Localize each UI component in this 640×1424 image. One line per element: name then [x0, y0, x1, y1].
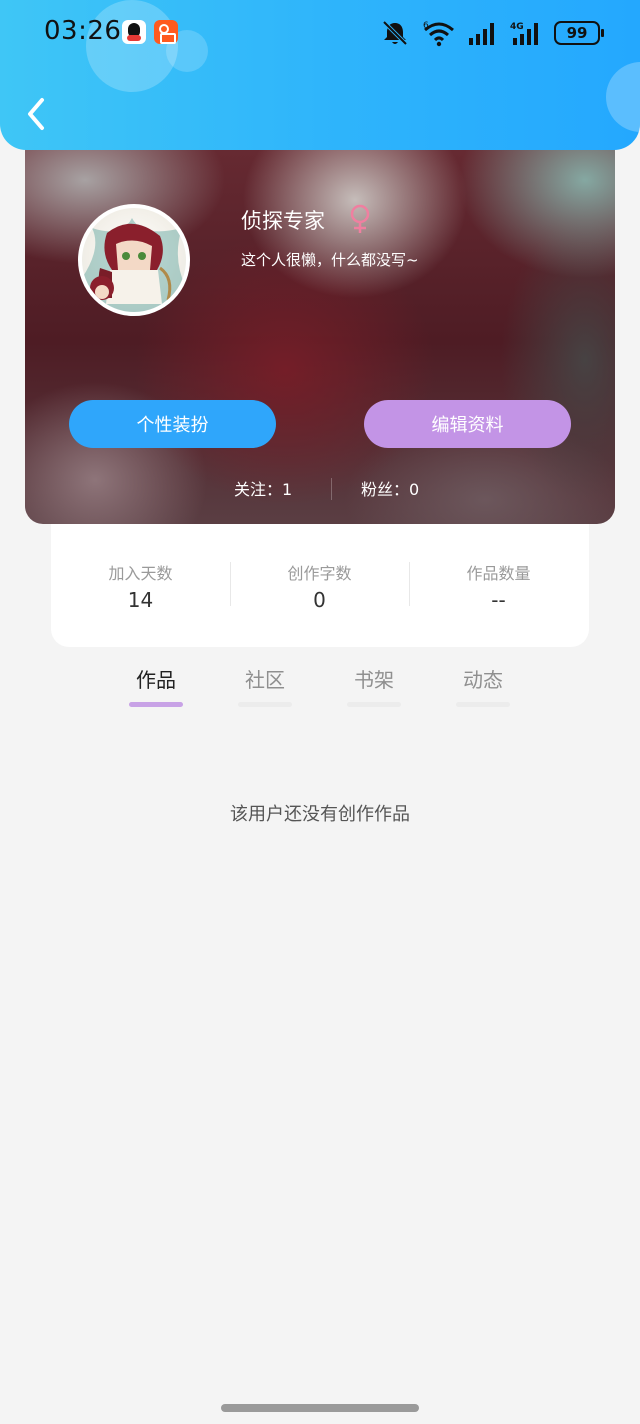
fans-count[interactable]: 粉丝：0	[361, 476, 419, 500]
tab-indicator-activity	[456, 702, 510, 707]
dress-up-button[interactable]: 个性装扮	[69, 400, 276, 448]
empty-state-message: 该用户还没有创作作品	[230, 804, 410, 825]
tab-indicator-bookshelf	[347, 702, 401, 707]
kuaishou-icon	[154, 20, 178, 44]
bell-off-icon	[382, 20, 408, 46]
battery-icon: 99	[554, 21, 604, 45]
tab-community[interactable]: 社区	[235, 664, 295, 693]
svg-text:6: 6	[423, 21, 429, 31]
stat-join-days: 加入天数 14	[51, 560, 230, 612]
following-count[interactable]: 关注：1	[234, 476, 292, 500]
home-indicator[interactable]	[221, 1404, 419, 1412]
edit-profile-button[interactable]: 编辑资料	[364, 400, 571, 448]
stat-label: 作品数量	[466, 564, 531, 583]
status-time: 03:26	[44, 16, 122, 46]
tab-indicator-works	[129, 702, 183, 707]
follow-divider	[331, 478, 332, 500]
battery-level: 99	[566, 24, 588, 42]
stat-works-count: 作品数量 --	[409, 560, 588, 612]
stat-value: 0	[313, 588, 326, 612]
back-button[interactable]	[18, 92, 58, 136]
profile-page: 加入天数 14 创作字数 0 作品数量 -- 03:26 6 4G 99 侦探专…	[0, 0, 640, 1424]
tab-indicator-community	[238, 702, 292, 707]
female-icon	[350, 204, 370, 233]
status-icons: 6 4G 99	[378, 18, 604, 48]
stats-card: 加入天数 14 创作字数 0 作品数量 --	[51, 522, 589, 647]
decorative-bubble	[86, 0, 178, 92]
wifi-6-icon: 6	[423, 21, 454, 47]
svg-text:4G: 4G	[510, 22, 524, 32]
stat-word-count: 创作字数 0	[230, 560, 409, 612]
signal-4g-icon: 4G	[510, 22, 538, 45]
stat-value: 14	[127, 588, 154, 612]
tab-works[interactable]: 作品	[126, 664, 186, 693]
avatar-image	[82, 218, 186, 312]
qq-icon	[122, 20, 146, 44]
tab-activity[interactable]: 动态	[453, 664, 513, 693]
follow-stats-row: 关注：1 粉丝：0	[0, 476, 640, 500]
decorative-bubble	[606, 62, 640, 132]
user-name: 侦探专家	[241, 209, 325, 233]
top-header: 03:26 6 4G 99	[0, 0, 640, 150]
tab-bookshelf[interactable]: 书架	[344, 664, 404, 693]
stat-label: 加入天数	[108, 564, 173, 583]
stat-label: 创作字数	[287, 564, 352, 583]
avatar[interactable]	[78, 204, 190, 316]
profile-header-card	[25, 120, 615, 524]
stat-value: --	[491, 588, 506, 612]
user-bio: 这个人很懒，什么都没写~	[241, 251, 419, 269]
signal-icon	[469, 23, 494, 45]
